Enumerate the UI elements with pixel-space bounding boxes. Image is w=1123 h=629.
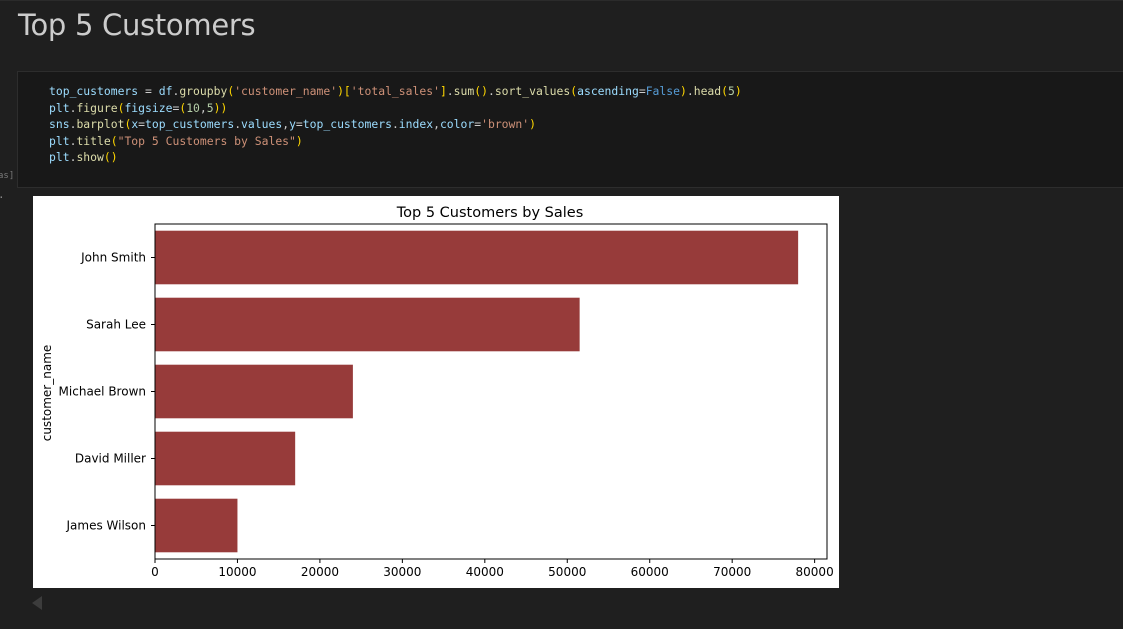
code-token: ) [680,84,687,98]
code-token: y [289,117,296,131]
code-token: , [199,100,207,115]
code-token: = [295,117,303,131]
output-collapse-marker[interactable]: . [0,188,5,201]
bar [155,431,296,486]
x-tick-label: 10000 [218,565,256,579]
code-token: 'brown' [481,117,530,131]
y-tick-label: Sarah Lee [86,318,146,332]
code-token: sum [453,84,475,98]
code-token: ] [439,84,447,98]
code-token: 'total_sales' [350,84,440,98]
code-token: () [474,84,488,98]
code-token: plt [49,133,70,148]
code-token: top_customers [145,117,235,131]
code-token: ) [734,84,742,98]
code-token: sns [49,117,70,131]
code-token: = [138,84,159,98]
code-token: ) [337,84,344,98]
markdown-heading: Top 5 Customers [18,8,256,42]
bars-group [155,230,799,553]
x-tick-label: 60000 [631,565,669,579]
code-token: top_customers [302,117,392,131]
code-token: () [103,150,118,164]
top-divider [0,0,1123,1]
code-token: [ [343,84,351,98]
code-token: color [439,117,475,131]
execution-count: as] [0,171,15,181]
code-token: groupby [179,84,228,98]
y-axis-label: customer_name [40,345,54,442]
x-tick-label: 50000 [548,565,586,579]
code-token: ascending [577,84,639,98]
y-tick-label: James Wilson [66,519,147,533]
code-token: , [433,117,440,131]
code-token: sort_values [494,84,571,98]
x-tick-label: 30000 [383,565,421,579]
x-tick-label: 40000 [466,565,504,579]
code-token: "Top 5 Customers by Sales" [117,133,296,148]
code-token: False [645,84,680,98]
code-token: = [638,84,646,98]
code-token: 'customer_name' [234,84,338,98]
code-token: = [138,117,146,131]
code-token: ) [295,133,303,148]
x-tick-label: 80000 [796,565,834,579]
bar [155,364,353,419]
code-token: df [158,84,173,98]
code-text[interactable]: top_customers = df. groupby ( 'customer_nam… [49,83,742,166]
code-token: plt [49,150,70,164]
code-token: ( [110,133,118,148]
code-token: . [391,117,399,131]
code-token: )) [213,100,228,115]
code-token: figure [76,100,118,115]
code-line: plt.show() [49,150,118,164]
code-token: plt [49,100,70,115]
x-tick-label: 70000 [713,565,751,579]
code-line: top_customers = df. groupby ( 'customer_nam… [49,84,742,98]
bar [155,498,238,553]
code-token: . [686,84,694,98]
code-token: head [693,84,722,98]
code-token: show [76,150,104,164]
code-token: 5 [206,100,214,115]
bar [155,230,799,285]
code-token: barplot [76,117,125,131]
x-tick-label: 0 [151,565,159,579]
y-tick-label: John Smith [80,251,146,265]
code-line: plt.figure(figsize=(10,5)) [49,101,227,115]
code-token: 10 [186,100,200,115]
code-cell-editor[interactable]: top_customers = df. groupby ( 'customer_nam… [17,71,1123,188]
x-tick-label: 20000 [301,565,339,579]
scroll-left-arrow-icon[interactable] [32,596,42,610]
code-token: . [446,84,454,98]
code-token: 5 [728,84,735,98]
output-plot: Top 5 Customers by Sales customer_name J… [33,196,839,588]
code-token: ( [721,84,729,98]
code-line: sns.barplot(x=top_customers.values,y=top… [49,117,536,131]
y-tick-label: David Miller [75,452,146,466]
code-token: top_customers [49,84,139,98]
bar-chart: Top 5 Customers by Sales customer_name J… [40,205,834,579]
code-token: figsize [124,100,173,115]
bar [155,297,580,352]
code-line: plt.title("Top 5 Customers by Sales") [49,134,303,148]
code-token: index [398,117,434,131]
y-tick-label: Michael Brown [59,385,146,399]
code-token: title [76,133,111,148]
code-token: values [241,117,283,131]
chart-title: Top 5 Customers by Sales [396,205,584,221]
code-token: ) [529,117,536,131]
code-token: . [487,84,495,98]
